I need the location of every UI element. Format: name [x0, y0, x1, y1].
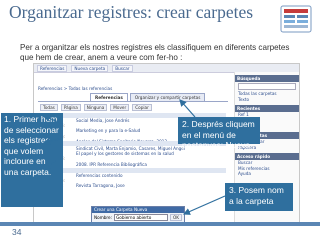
topbar-link-referencias[interactable]: Referencias: [37, 64, 68, 72]
selection-toolbar: Todas Página Ninguna Mover Copiar: [40, 104, 228, 111]
tab-organizar-carpetas[interactable]: Organizar y compartir carpetas: [129, 93, 206, 101]
page-number: 34: [12, 227, 22, 237]
folder-name-input[interactable]: Gobierno abierto: [114, 214, 168, 221]
tab-divider: [38, 101, 228, 102]
slide-subtitle: Per a organitzar els nostres registres e…: [20, 43, 290, 62]
sidebar-head-recientes: Recientes: [235, 105, 299, 113]
sidebar-head-acceso-rapido: Acceso rápido: [235, 153, 299, 161]
select-page-button[interactable]: Página: [60, 104, 81, 111]
field-value[interactable]: Marketing en y para la e-Salud: [76, 128, 140, 138]
callout-step-2: 2. Després cliquem en el menú de pestany…: [178, 117, 260, 161]
field-value[interactable]: Social Media, Jose Andrés: [76, 118, 129, 128]
field-value[interactable]: El papel y los gestores de sistemas en l…: [76, 151, 174, 161]
field-value[interactable]: Revista Tarragona, Jose: [76, 183, 125, 188]
record-3: Ref Título Primario:Referencias contenid…: [40, 168, 226, 189]
select-all-button[interactable]: Todas: [40, 104, 58, 111]
tab-referencias[interactable]: Referencias: [90, 93, 128, 101]
callout-step-3: 3. Posem nom a la carpeta: [225, 183, 293, 211]
topbar-link-buscar[interactable]: Buscar: [112, 64, 133, 72]
sidebar-head-busqueda: Búsqueda: [235, 75, 299, 82]
dialog-ok-button[interactable]: OK: [169, 214, 182, 221]
move-button[interactable]: Mover: [110, 104, 130, 111]
field-value[interactable]: 2008. IPR Referencia Bibliográfica: [76, 162, 147, 167]
footer-rule: [0, 222, 320, 226]
copy-button[interactable]: Copiar: [132, 104, 152, 111]
topbar-link-nueva-carpeta[interactable]: Nueva carpeta: [71, 64, 109, 72]
sidebar-search-input[interactable]: [238, 83, 296, 90]
field-value[interactable]: Referencias contenido: [76, 173, 123, 183]
tab-bar: Referencias Organizar y compartir carpet…: [90, 93, 206, 101]
select-none-button[interactable]: Ninguna: [83, 104, 108, 111]
slide-title: Organitzar registres: crear carpetes: [9, 2, 254, 22]
breadcrumb: Referencias > Todas las referencias: [38, 86, 113, 91]
logo-icon: [280, 5, 312, 33]
sidebar-item[interactable]: Texto: [235, 97, 299, 103]
callout-step-1: 1. Primer hem de seleccionar els registr…: [1, 113, 63, 207]
sidebar-item[interactable]: Ayuda: [235, 171, 299, 177]
folder-name-label: Nombre:: [94, 215, 113, 220]
